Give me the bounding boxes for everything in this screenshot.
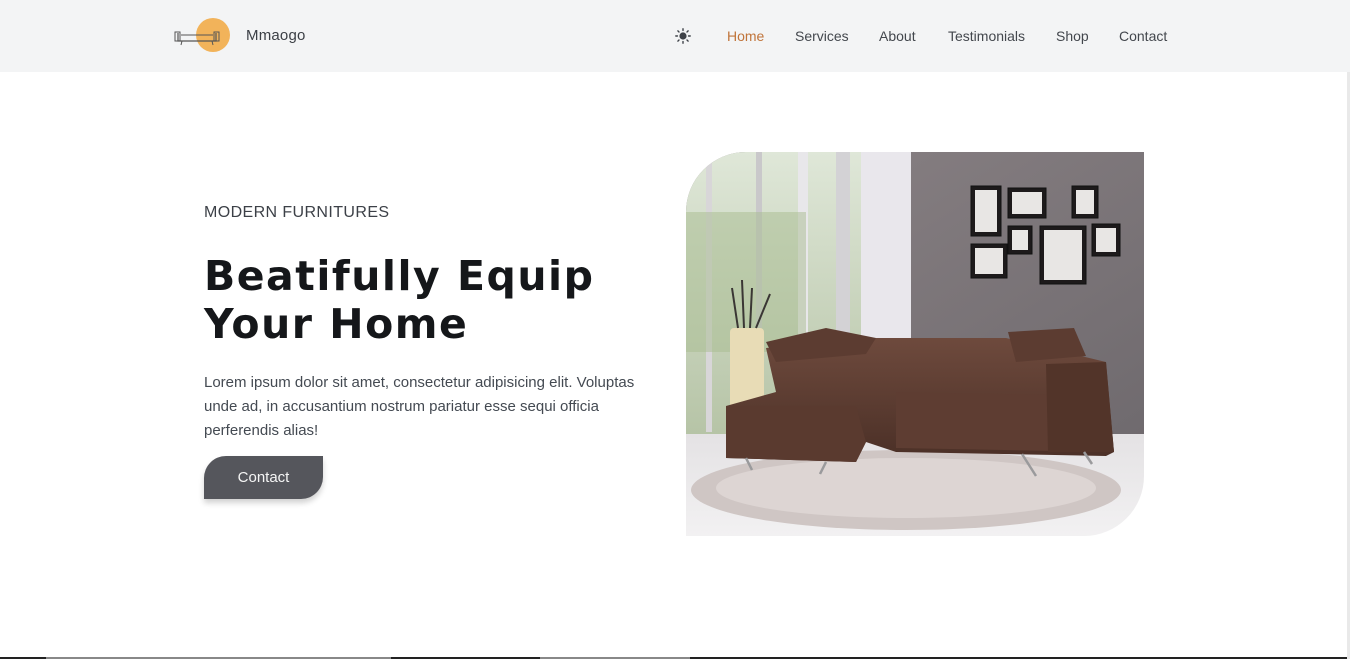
logo-icon [168,17,232,53]
nav-testimonials[interactable]: Testimonials [948,28,1025,44]
nav-about[interactable]: About [879,28,916,44]
hero-title-line2: Your Home [204,300,469,348]
hero-description: Lorem ipsum dolor sit amet, consectetur … [204,374,635,439]
site-header: Mmaogo Home Services About Testimonials … [0,0,1350,72]
nav-contact[interactable]: Contact [1119,28,1167,44]
hero-eyebrow: MODERN FURNITURES [204,204,390,221]
logo[interactable]: Mmaogo [168,17,306,53]
nav-home[interactable]: Home [727,28,764,44]
contact-button[interactable]: Contact [204,456,323,499]
nav-shop[interactable]: Shop [1056,28,1089,44]
nav-services[interactable]: Services [795,28,849,44]
hero-title: Beatifully Equip Your Home [204,252,664,348]
hero-title-line1: Beatifully Equip [204,252,595,300]
hero-image [686,152,1144,536]
sun-icon[interactable] [675,28,691,44]
brand-name: Mmaogo [246,26,306,44]
